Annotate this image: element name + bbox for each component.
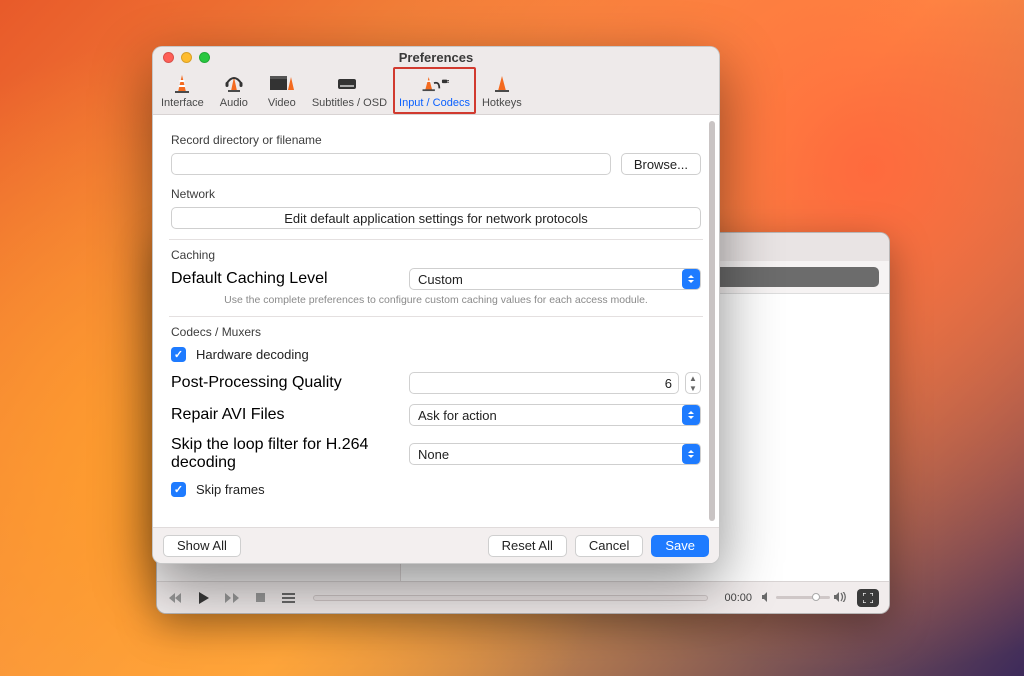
tab-subtitles[interactable]: Subtitles / OSD: [306, 67, 393, 114]
close-icon[interactable]: [163, 52, 174, 63]
chevron-down-icon: ▼: [686, 383, 700, 393]
clapper-cone-icon: [267, 71, 297, 95]
prefs-titlebar: Preferences: [153, 47, 719, 67]
preferences-window: Preferences Interface Audio Video Subti: [152, 46, 720, 564]
tab-label: Input / Codecs: [399, 97, 470, 109]
browse-button[interactable]: Browse...: [621, 153, 701, 175]
prefs-tabbar: Interface Audio Video Subtitles / OSD In…: [153, 67, 719, 114]
scrollbar[interactable]: [709, 121, 715, 521]
chevron-up-icon: ▲: [686, 373, 700, 383]
repair-avi-label: Repair AVI Files: [171, 406, 395, 424]
tab-label: Hotkeys: [482, 97, 522, 109]
tab-label: Subtitles / OSD: [312, 97, 387, 109]
timecode: 00:00: [724, 592, 752, 604]
desktop: ◉ Podcasts Search: [0, 0, 1024, 676]
minimize-icon[interactable]: [181, 52, 192, 63]
hardware-decoding-checkbox[interactable]: ✓: [171, 347, 186, 362]
tab-audio[interactable]: Audio: [210, 67, 258, 114]
tab-input-codecs[interactable]: Input / Codecs: [393, 67, 476, 114]
tab-label: Interface: [161, 97, 204, 109]
progress-slider[interactable]: [313, 595, 708, 601]
edit-network-button[interactable]: Edit default application settings for ne…: [171, 207, 701, 229]
volume-high-icon[interactable]: [834, 589, 847, 607]
loop-filter-label: Skip the loop filter for H.264 decoding: [171, 436, 395, 472]
skip-frames-label: Skip frames: [196, 482, 265, 497]
hardware-decoding-label: Hardware decoding: [196, 347, 309, 362]
post-processing-input[interactable]: [409, 372, 679, 394]
tab-interface[interactable]: Interface: [155, 67, 210, 114]
caching-help-text: Use the complete preferences to configur…: [171, 294, 701, 306]
quantity-stepper[interactable]: ▲ ▼: [685, 372, 701, 394]
zoom-icon[interactable]: [199, 52, 210, 63]
plug-cone-icon: [419, 71, 449, 95]
stop-icon[interactable]: [251, 593, 269, 602]
headphones-cone-icon: [219, 71, 249, 95]
fullscreen-button[interactable]: [857, 589, 879, 607]
volume-low-icon[interactable]: [762, 589, 772, 607]
chevron-updown-icon: [682, 444, 700, 464]
chevron-updown-icon: [682, 269, 700, 289]
tab-label: Audio: [220, 97, 248, 109]
tab-video[interactable]: Video: [258, 67, 306, 114]
caching-level-select[interactable]: Custom: [409, 268, 701, 290]
chevron-updown-icon: [682, 405, 700, 425]
prefs-content: Record directory or filename Browse... N…: [153, 115, 719, 527]
skip-frames-checkbox[interactable]: ✓: [171, 482, 186, 497]
repair-avi-select[interactable]: Ask for action: [409, 404, 701, 426]
section-caching-label: Caching: [171, 248, 701, 262]
section-record-label: Record directory or filename: [171, 133, 701, 147]
record-directory-input[interactable]: [171, 153, 611, 175]
prefs-footer: Show All Reset All Cancel Save: [153, 527, 719, 563]
subtitles-cone-icon: [334, 71, 364, 95]
next-icon[interactable]: [223, 593, 241, 603]
loop-filter-select[interactable]: None: [409, 443, 701, 465]
show-all-button[interactable]: Show All: [163, 535, 241, 557]
post-processing-label: Post-Processing Quality: [171, 374, 395, 392]
keyboard-cone-icon: [487, 71, 517, 95]
window-title: Preferences: [153, 50, 719, 65]
tab-label: Video: [268, 97, 296, 109]
section-network-label: Network: [171, 187, 701, 201]
tab-hotkeys[interactable]: Hotkeys: [476, 67, 528, 114]
volume-slider[interactable]: [776, 596, 830, 599]
cone-icon: [167, 71, 197, 95]
section-codecs-label: Codecs / Muxers: [171, 325, 701, 339]
playlist-icon[interactable]: [279, 593, 297, 603]
caching-level-label: Default Caching Level: [171, 270, 395, 288]
prev-icon[interactable]: [167, 593, 185, 603]
cancel-button[interactable]: Cancel: [575, 535, 643, 557]
vlc-controls: 00:00: [157, 581, 889, 613]
play-icon[interactable]: [195, 592, 213, 604]
reset-all-button[interactable]: Reset All: [488, 535, 567, 557]
divider: [169, 239, 703, 240]
divider: [169, 316, 703, 317]
save-button[interactable]: Save: [651, 535, 709, 557]
